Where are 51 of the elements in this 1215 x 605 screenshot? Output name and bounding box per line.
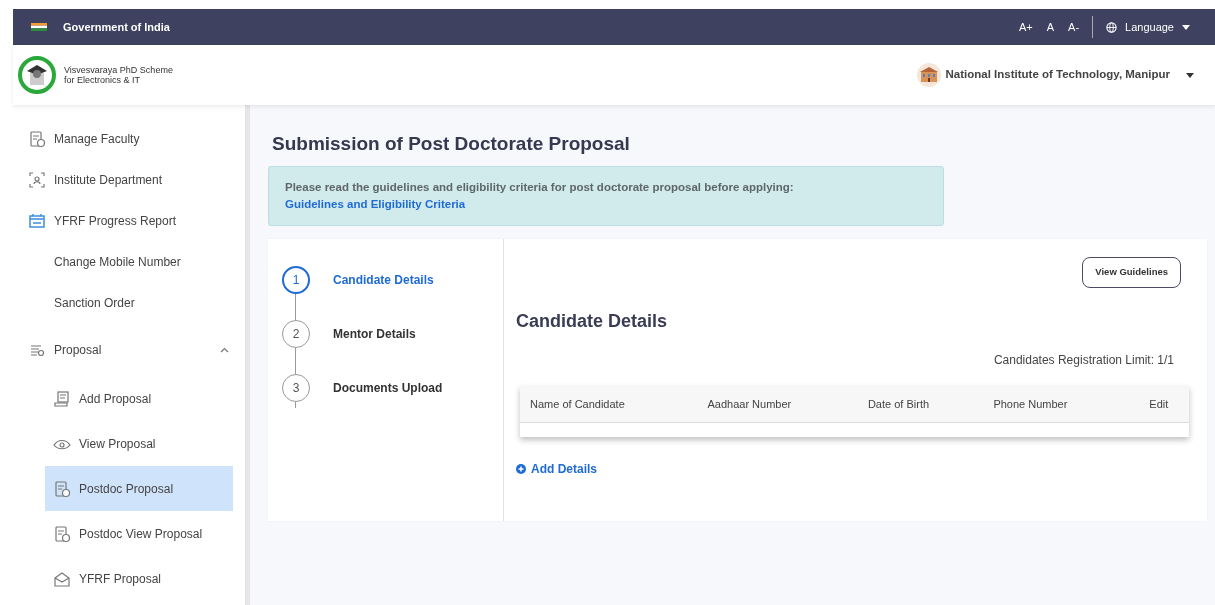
sidebar-item[interactable]: Postdoc Proposal bbox=[45, 466, 233, 511]
brand-text: for Electronics & IT bbox=[64, 75, 142, 86]
guidelines-link[interactable]: Guidelines and Eligibility Criteria bbox=[285, 198, 466, 211]
column-header: Phone Number bbox=[983, 385, 1129, 423]
page-title: Submission of Post Doctorate Proposal bbox=[272, 133, 631, 156]
language-dropdown[interactable]: Language bbox=[1099, 18, 1197, 36]
step-label[interactable]: Candidate Details bbox=[333, 271, 434, 290]
brand-text: Visvesvaraya PhD Scheme bbox=[64, 64, 173, 75]
step-label[interactable]: Mentor Details bbox=[333, 325, 416, 344]
column-header: Date of Birth bbox=[857, 385, 984, 423]
plus-circle-icon bbox=[516, 463, 526, 474]
sidebar-item[interactable]: YFRF Proposal bbox=[45, 556, 233, 601]
scheme-logo bbox=[18, 56, 56, 94]
document-stack-icon bbox=[53, 389, 71, 408]
sidebar-item[interactable]: Postdoc View Proposal bbox=[45, 511, 233, 556]
document-icon bbox=[28, 129, 46, 148]
step-number[interactable]: 1 bbox=[282, 266, 310, 295]
caret-icon bbox=[1182, 24, 1190, 30]
sidebar-item[interactable]: Sanction Order bbox=[13, 282, 245, 323]
column-header: Aadhaar Number bbox=[697, 385, 858, 423]
column-header: Edit bbox=[1128, 385, 1189, 423]
building-icon bbox=[916, 63, 941, 87]
step-number[interactable]: 3 bbox=[282, 374, 310, 403]
sidebar-item[interactable]: Institute Department bbox=[13, 159, 245, 200]
column-header: Name of Candidate bbox=[520, 385, 698, 423]
document-icon bbox=[53, 479, 71, 498]
chevron-icon bbox=[220, 346, 229, 353]
font-size-button[interactable]: A+ bbox=[1011, 18, 1040, 36]
section-title: Candidate Details bbox=[516, 309, 669, 333]
sidebar-item[interactable]: Add Proposal bbox=[45, 376, 233, 421]
calendar-icon bbox=[28, 211, 46, 230]
step-number[interactable]: 2 bbox=[282, 320, 310, 349]
sidebar-item[interactable]: Proposal bbox=[13, 323, 245, 376]
sidebar-item[interactable]: View Proposal bbox=[45, 421, 233, 466]
document-icon bbox=[53, 524, 71, 543]
flag-icon bbox=[31, 23, 47, 31]
alert-text: Please read the guidelines and eligibility criteria for post doctorate proposal before applying: bbox=[285, 180, 794, 193]
globe-icon bbox=[1106, 21, 1118, 33]
font-size-button[interactable]: A bbox=[1039, 18, 1062, 36]
add-details-link[interactable]: Add Details bbox=[516, 459, 597, 478]
registration-limit: Candidates Registration Limit: 1/1 bbox=[992, 351, 1174, 369]
view-guidelines-button[interactable]: View Guidelines bbox=[1082, 257, 1181, 288]
caret-icon bbox=[1186, 72, 1194, 78]
sidebar-item[interactable]: Change Mobile Number bbox=[13, 241, 245, 282]
institute-dropdown[interactable]: National Institute of Technology, Manipur bbox=[944, 65, 1195, 85]
step-label[interactable]: Documents Upload bbox=[333, 379, 443, 398]
font-size-button[interactable]: A- bbox=[1061, 18, 1087, 36]
sidebar-item[interactable]: Manage Faculty bbox=[13, 118, 245, 159]
people-icon bbox=[28, 170, 46, 189]
top-bar-title: Government of India bbox=[63, 19, 170, 35]
sidebar-item[interactable]: YFRF Progress Report bbox=[13, 200, 245, 241]
